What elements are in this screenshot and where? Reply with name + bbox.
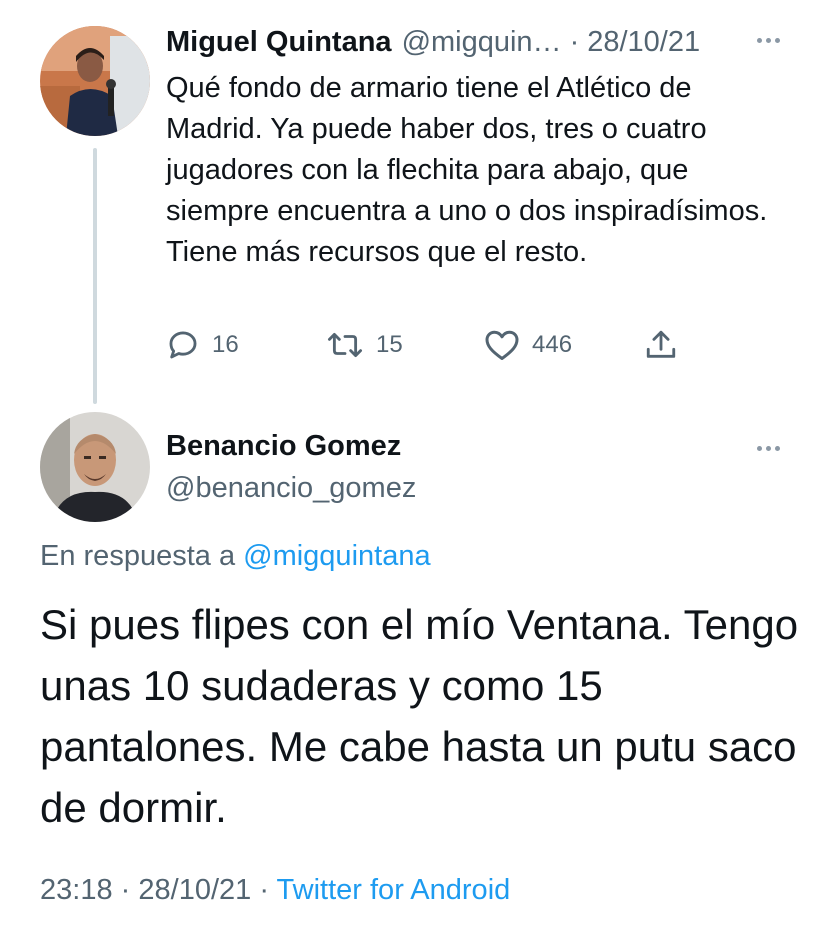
tweet-date[interactable]: 28/10/21 xyxy=(138,874,251,906)
separator-dot: · xyxy=(120,874,131,906)
retweet-button[interactable]: 15 xyxy=(326,326,403,364)
more-options-icon[interactable] xyxy=(757,446,780,451)
reply-count: 16 xyxy=(212,331,239,358)
tweet-header: Miguel Quintana @migquin… · 28/10/21 xyxy=(166,22,796,62)
parent-tweet[interactable]: Miguel Quintana @migquin… · 28/10/21 Qué… xyxy=(0,0,829,404)
tweet-metadata: 23:18 · 28/10/21 · Twitter for Android xyxy=(40,874,510,907)
tweet-time[interactable]: 23:18 xyxy=(40,874,113,906)
like-button[interactable]: 446 xyxy=(484,326,572,364)
retweet-count: 15 xyxy=(376,331,403,358)
tweet-source-link[interactable]: Twitter for Android xyxy=(277,874,511,906)
retweet-icon xyxy=(327,332,362,358)
tweet-text: Qué fondo de armario tiene el Atlético d… xyxy=(166,72,768,268)
like-count: 446 xyxy=(532,331,573,358)
reply-author-name[interactable]: Benancio Gomez xyxy=(166,430,401,463)
tweet-date[interactable]: 28/10/21 xyxy=(587,26,700,59)
replying-to: En respuesta a @migquintana xyxy=(40,540,431,573)
thread-line xyxy=(93,148,97,404)
replying-mention-link[interactable]: @migquintana xyxy=(243,540,430,572)
replying-prefix: En respuesta a xyxy=(40,540,236,572)
tweet-actions: 16 15 446 xyxy=(166,326,706,364)
author-name[interactable]: Miguel Quintana xyxy=(166,26,392,59)
reply-tweet-text: Si pues flipes con el mío Ventana. Tengo… xyxy=(40,601,799,831)
share-icon xyxy=(646,330,676,358)
author-handle[interactable]: @migquin… xyxy=(402,26,562,59)
avatar-miguel-quintana[interactable] xyxy=(40,26,150,136)
more-options-icon[interactable] xyxy=(757,38,780,43)
separator-dot: · xyxy=(569,25,580,58)
avatar-benancio-gomez[interactable] xyxy=(40,412,150,522)
reply-button[interactable]: 16 xyxy=(166,326,239,364)
reply-icon xyxy=(169,331,197,359)
share-button[interactable] xyxy=(644,326,678,364)
separator-dot: · xyxy=(259,874,269,906)
heart-icon xyxy=(485,330,519,360)
reply-author-handle[interactable]: @benancio_gomez xyxy=(166,472,416,505)
